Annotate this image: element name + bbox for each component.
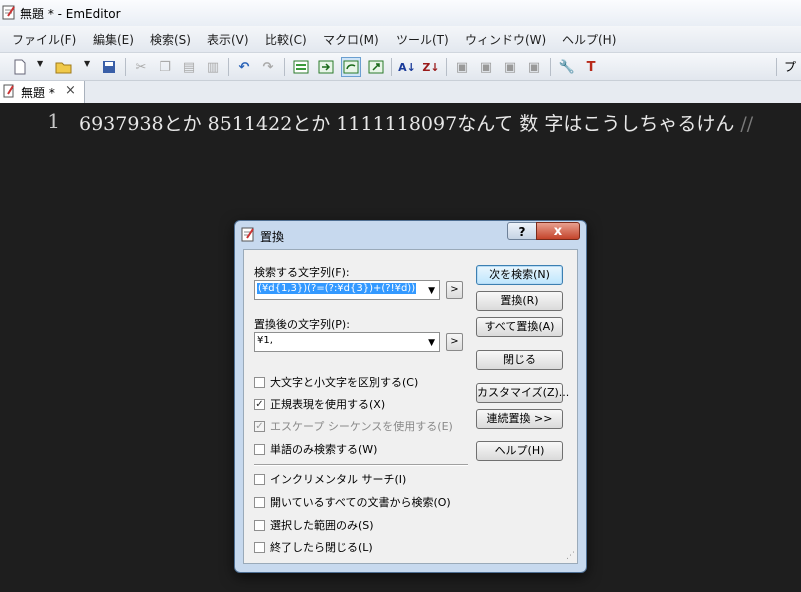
replace-label: 置換後の文字列(P):: [254, 318, 350, 331]
macro-stop-icon[interactable]: ▣: [500, 57, 520, 77]
escape-sequence-checkbox: ✓ エスケープ シーケンスを使用する(E): [254, 420, 453, 433]
find-in-files-icon[interactable]: [366, 57, 386, 77]
paste-special-icon[interactable]: ▥: [203, 57, 223, 77]
macro-record-icon[interactable]: ▣: [452, 57, 472, 77]
toolbar-separator: [446, 58, 447, 76]
redo-icon[interactable]: ↷: [258, 57, 278, 77]
macro-options-icon[interactable]: ▣: [524, 57, 544, 77]
toolbar-overflow-label[interactable]: プ: [784, 58, 796, 75]
checkbox-box[interactable]: [254, 496, 265, 508]
title-bar: 無題 * - EmEditor: [0, 0, 801, 26]
macro-run-icon[interactable]: ▣: [476, 57, 496, 77]
find-next-button[interactable]: 次を検索(N): [476, 265, 563, 285]
menu-window[interactable]: ウィンドウ(W): [465, 31, 546, 48]
whole-word-checkbox[interactable]: 単語のみ検索する(W): [254, 441, 377, 457]
match-case-checkbox[interactable]: 大文字と小文字を区別する(C): [254, 374, 418, 390]
window-title: 無題 * - EmEditor: [20, 7, 121, 21]
incremental-search-checkbox[interactable]: インクリメンタル サーチ(I): [254, 471, 406, 487]
pin-icon[interactable]: T: [581, 57, 601, 77]
checkbox-box: ✓: [254, 420, 265, 432]
checkbox-box[interactable]: [254, 541, 265, 553]
tab-untitled[interactable]: 無題 * ×: [0, 81, 85, 103]
new-file-icon[interactable]: [10, 57, 30, 77]
batch-replace-button[interactable]: 連続置換 >>: [476, 409, 563, 429]
open-dropdown-icon[interactable]: ▼: [84, 59, 90, 68]
checkbox-box[interactable]: [254, 519, 265, 531]
toolbar-separator: [776, 58, 777, 76]
dialog-help-button[interactable]: ?: [507, 222, 537, 240]
menu-bar: ファイル(F) 編集(E) 検索(S) 表示(V) 比較(C) マクロ(M) ツ…: [0, 26, 801, 53]
close-button[interactable]: 閉じる: [476, 350, 563, 370]
selection-only-checkbox[interactable]: 選択した範囲のみ(S): [254, 517, 374, 533]
replace-icon[interactable]: [341, 57, 361, 77]
sort-descending-icon[interactable]: Z↓: [421, 57, 441, 77]
tools-icon[interactable]: 🔧: [557, 57, 577, 77]
find-icon[interactable]: [291, 57, 311, 77]
menu-file[interactable]: ファイル(F): [12, 31, 76, 48]
customize-button[interactable]: カスタマイズ(Z)...: [476, 383, 569, 403]
divider: [254, 464, 468, 466]
replace-combobox[interactable]: ¥1, ▼: [254, 332, 440, 352]
checkbox-box[interactable]: [254, 443, 265, 455]
menu-compare[interactable]: 比較(C): [265, 31, 307, 48]
toolbar: ▼ ▼ ✂ ❐ ▤ ▥ ↶ ↷ A↓ Z↓ ▣ ▣ ▣ ▣ 🔧 T プ: [0, 53, 801, 81]
all-documents-checkbox[interactable]: 開いているすべての文書から検索(O): [254, 494, 451, 510]
line-number: 1: [47, 109, 60, 133]
dialog-client-area: 検索する文字列(F): (¥d{1,3})(?=(?:¥d{3})+(?!¥d)…: [243, 249, 578, 564]
find-combobox[interactable]: (¥d{1,3})(?=(?:¥d{3})+(?!¥d)) ▼: [254, 280, 440, 300]
replace-dialog: 置換 ? x 検索する文字列(F): (¥d{1,3})(?=(?:¥d{3})…: [234, 220, 587, 573]
replace-button[interactable]: 置換(R): [476, 291, 563, 311]
dialog-title: 置換: [260, 230, 285, 244]
copy-icon[interactable]: ❐: [155, 57, 175, 77]
tab-bar: 無題 * ×: [0, 81, 801, 104]
line-text: 6937938とか 8511422とか 1111118097なんて 数 字はこう…: [79, 113, 735, 135]
close-when-done-checkbox[interactable]: 終了したら閉じる(L): [254, 539, 373, 555]
new-dropdown-icon[interactable]: ▼: [37, 59, 43, 68]
menu-help[interactable]: ヘルプ(H): [562, 31, 616, 48]
save-icon[interactable]: [99, 57, 119, 77]
menu-search[interactable]: 検索(S): [150, 31, 191, 48]
find-input-value[interactable]: (¥d{1,3})(?=(?:¥d{3})+(?!¥d)): [257, 283, 417, 294]
open-folder-icon[interactable]: [54, 57, 74, 77]
replace-input-value[interactable]: ¥1,: [257, 335, 273, 346]
paste-icon[interactable]: ▤: [179, 57, 199, 77]
toolbar-separator: [284, 58, 285, 76]
dialog-close-button[interactable]: x: [536, 222, 580, 240]
menu-tools[interactable]: ツール(T): [396, 31, 449, 48]
replace-dialog-icon: [241, 227, 254, 242]
menu-view[interactable]: 表示(V): [207, 31, 249, 48]
chevron-down-icon[interactable]: ▼: [428, 338, 435, 348]
tab-close-icon[interactable]: ×: [65, 83, 76, 98]
toolbar-separator: [228, 58, 229, 76]
find-label: 検索する文字列(F):: [254, 266, 350, 279]
document-icon: [2, 5, 15, 20]
end-of-line-mark: //: [740, 113, 754, 135]
replace-all-button[interactable]: すべて置換(A): [476, 317, 563, 337]
editor-line[interactable]: 6937938とか 8511422とか 1111118097なんて 数 字はこう…: [79, 109, 753, 136]
checkbox-box[interactable]: [254, 473, 265, 485]
sort-ascending-icon[interactable]: A↓: [397, 57, 417, 77]
chevron-down-icon[interactable]: ▼: [428, 286, 435, 296]
menu-edit[interactable]: 編集(E): [93, 31, 134, 48]
find-next-icon[interactable]: [316, 57, 336, 77]
use-regex-checkbox[interactable]: ✓ 正規表現を使用する(X): [254, 396, 385, 412]
checkbox-box[interactable]: [254, 376, 265, 388]
toolbar-separator: [550, 58, 551, 76]
cut-icon[interactable]: ✂: [131, 57, 151, 77]
undo-icon[interactable]: ↶: [234, 57, 254, 77]
help-button[interactable]: ヘルプ(H): [476, 441, 563, 461]
checkbox-box[interactable]: ✓: [254, 398, 265, 410]
toolbar-separator: [125, 58, 126, 76]
toolbar-separator: [391, 58, 392, 76]
resize-grip-icon[interactable]: ⋰: [566, 551, 575, 561]
replace-regex-menu-button[interactable]: >: [446, 333, 463, 351]
document-icon: [3, 84, 14, 98]
tab-label: 無題 *: [21, 86, 55, 100]
find-regex-menu-button[interactable]: >: [446, 281, 463, 299]
menu-macro[interactable]: マクロ(M): [323, 31, 379, 48]
line-number-gutter: 1: [0, 103, 66, 592]
